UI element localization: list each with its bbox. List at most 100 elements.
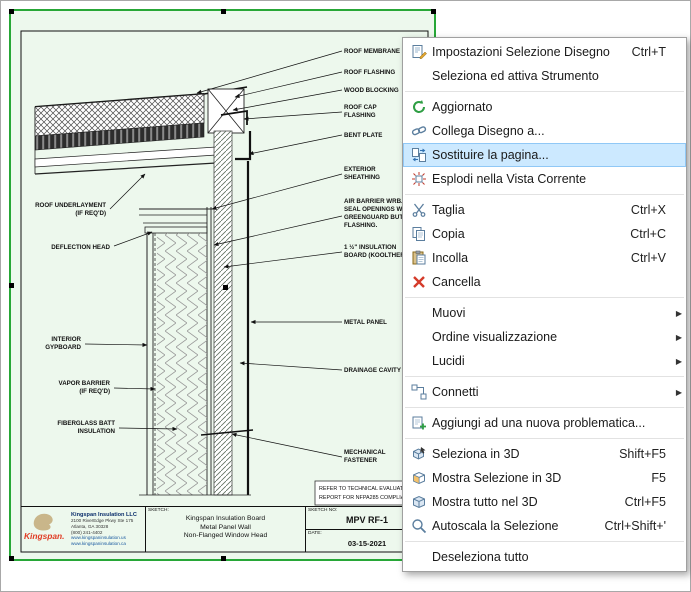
scissors-icon (410, 202, 427, 218)
leader-line (85, 344, 147, 345)
menu-item-label: Lucidi (432, 354, 654, 368)
menu-separator (405, 194, 684, 195)
menu-item-lucidi[interactable]: Lucidi▶ (403, 349, 686, 373)
leader-line (233, 90, 342, 110)
leader-line (197, 51, 342, 93)
zoom-fit-icon (410, 518, 427, 534)
menu-separator (405, 438, 684, 439)
submenu-arrow-icon: ▶ (672, 309, 682, 318)
menu-item-mostra-selezione-in-3d[interactable]: Mostra Selezione in 3D F5 (403, 466, 686, 490)
drawing-element[interactable]: REFER TO TECHNICAL EVALUATI REPORT FOR N… (9, 9, 436, 561)
show-all-3d-icon (410, 494, 427, 510)
kingspan-logo: Kingspan. (23, 512, 69, 547)
selection-handle-mid-left[interactable] (9, 283, 14, 288)
menu-item-incolla[interactable]: Incolla Ctrl+V (403, 246, 686, 270)
icon-placeholder (410, 549, 427, 565)
connect-icon (410, 384, 427, 400)
menu-item-label: Incolla (432, 251, 619, 265)
app-window: { "colors": { "selection_green": "#27a73… (0, 0, 691, 592)
callout-label: INTERIORGYPBOARD (45, 336, 81, 351)
menu-item-deseleziona-tutto[interactable]: Deseleziona tutto (403, 545, 686, 569)
menu-shortcut: Ctrl+F5 (625, 495, 666, 509)
menu-item-label: Impostazioni Selezione Disegno (432, 45, 620, 59)
menu-separator (405, 297, 684, 298)
callout-label: MECHANICALFASTENER (344, 449, 386, 464)
title-block-sketch-cell: SKETCH: Kingspan Insulation Board Metal … (145, 507, 306, 552)
menu-item-seleziona-in-3d[interactable]: Seleziona in 3DShift+F5 (403, 442, 686, 466)
menu-item-copia[interactable]: CopiaCtrl+C (403, 222, 686, 246)
selection-handle-top-right[interactable] (431, 9, 436, 14)
context-menu: Impostazioni Selezione DisegnoCtrl+T Sele… (402, 37, 687, 572)
sketch-title-line-3: Non-Flanged Window Head (146, 532, 305, 541)
submenu-arrow-icon: ▶ (672, 333, 682, 342)
menu-item-label: Seleziona in 3D (432, 447, 607, 461)
menu-item-label: Mostra tutto nel 3D (432, 495, 613, 509)
leader-line (249, 135, 342, 154)
add-issue-icon (410, 415, 427, 431)
sketch-title-line-2: Metal Panel Wall (146, 524, 305, 533)
menu-item-esplodi-nella-vista-corrente[interactable]: Esplodi nella Vista Corrente (403, 167, 686, 191)
sketch-label: SKETCH: (148, 508, 169, 513)
callout-label: DEFLECTION HEAD (51, 244, 110, 251)
menu-item-impostazioni-selezione-disegno[interactable]: Impostazioni Selezione DisegnoCtrl+T (403, 40, 686, 64)
menu-shortcut: Ctrl+V (631, 251, 666, 265)
selection-handle-bottom-middle[interactable] (221, 556, 226, 561)
menu-item-aggiungi-ad-una-nuova-problematica[interactable]: Aggiungi ad una nuova problematica... (403, 411, 686, 435)
menu-item-taglia[interactable]: Taglia Ctrl+X (403, 198, 686, 222)
callout-label: DRAINAGE CAVITY (344, 367, 402, 374)
menu-item-label: Autoscala la Selezione (432, 519, 593, 533)
menu-item-label: Collega Disegno a... (432, 124, 654, 138)
menu-item-seleziona-ed-attiva-strumento[interactable]: Seleziona ed attiva Strumento (403, 64, 686, 88)
callout-label: BENT PLATE (344, 132, 382, 139)
select-3d-icon (410, 446, 427, 462)
explode-icon (410, 171, 427, 187)
menu-item-ordine-visualizzazione[interactable]: Ordine visualizzazione▶ (403, 325, 686, 349)
selection-handle-top-left[interactable] (9, 9, 14, 14)
menu-item-label: Seleziona ed attiva Strumento (432, 69, 654, 83)
menu-shortcut: Ctrl+Shift+' (605, 519, 666, 533)
menu-item-label: Deseleziona tutto (432, 550, 654, 564)
callout-label: ROOF FLASHING (344, 69, 395, 76)
menu-item-label: Cancella (432, 275, 654, 289)
menu-item-label: Connetti (432, 385, 654, 399)
show-selection-3d-icon (410, 470, 427, 486)
leader-line (214, 216, 342, 245)
menu-item-label: Aggiornato (432, 100, 654, 114)
title-block: Kingspan. Kingspan Insulation LLC 2100 R… (21, 506, 428, 552)
menu-item-label: Mostra Selezione in 3D (432, 471, 639, 485)
menu-item-connetti[interactable]: Connetti▶ (403, 380, 686, 404)
refresh-icon (410, 99, 427, 115)
kingspan-lion-mark (34, 514, 53, 531)
menu-item-cancella[interactable]: Cancella (403, 270, 686, 294)
menu-item-label: Esplodi nella Vista Corrente (432, 172, 654, 186)
replace-page-icon (410, 147, 427, 163)
copy-icon (410, 226, 427, 242)
sketch-no-label: SKETCH NO: (308, 508, 337, 513)
menu-shortcut: F5 (651, 471, 666, 485)
callout-label: ROOF MEMBRANE (344, 48, 400, 55)
menu-item-sostituire-la-pagina[interactable]: Sostituire la pagina... (403, 143, 686, 167)
menu-separator (405, 376, 684, 377)
menu-item-collega-disegno-a[interactable]: Collega Disegno a... (403, 119, 686, 143)
menu-shortcut: Ctrl+C (630, 227, 666, 241)
note-line-2: REPORT FOR NFPA285 COMPLIAN (319, 495, 408, 501)
callout-label: VAPOR BARRIER(IF REQ'D) (59, 380, 111, 395)
callout-label: ROOF UNDERLAYMENT(IF REQ'D) (35, 202, 106, 217)
leader-line (244, 112, 342, 119)
menu-item-mostra-tutto-nel-3d[interactable]: Mostra tutto nel 3D Ctrl+F5 (403, 490, 686, 514)
selection-center-handle[interactable] (223, 285, 228, 290)
menu-item-aggiornato[interactable]: Aggiornato (403, 95, 686, 119)
menu-item-autoscala-la-selezione[interactable]: Autoscala la Selezione Ctrl+Shift+' (403, 514, 686, 538)
callout-label: WOOD BLOCKING (344, 87, 399, 94)
menu-item-label: Aggiungi ad una nuova problematica... (432, 416, 654, 430)
callout-label: FIBERGLASS BATTINSULATION (57, 420, 115, 435)
date-label: DATE: (308, 531, 322, 536)
leader-line (240, 363, 342, 370)
selection-handle-top-middle[interactable] (221, 9, 226, 14)
selection-handle-bottom-left[interactable] (9, 556, 14, 561)
menu-shortcut: Ctrl+X (631, 203, 666, 217)
kingspan-logo-text: Kingspan. (24, 531, 64, 541)
detail-drawing-svg: REFER TO TECHNICAL EVALUATI REPORT FOR N… (11, 11, 434, 559)
menu-item-muovi[interactable]: Muovi▶ (403, 301, 686, 325)
menu-item-label: Taglia (432, 203, 619, 217)
